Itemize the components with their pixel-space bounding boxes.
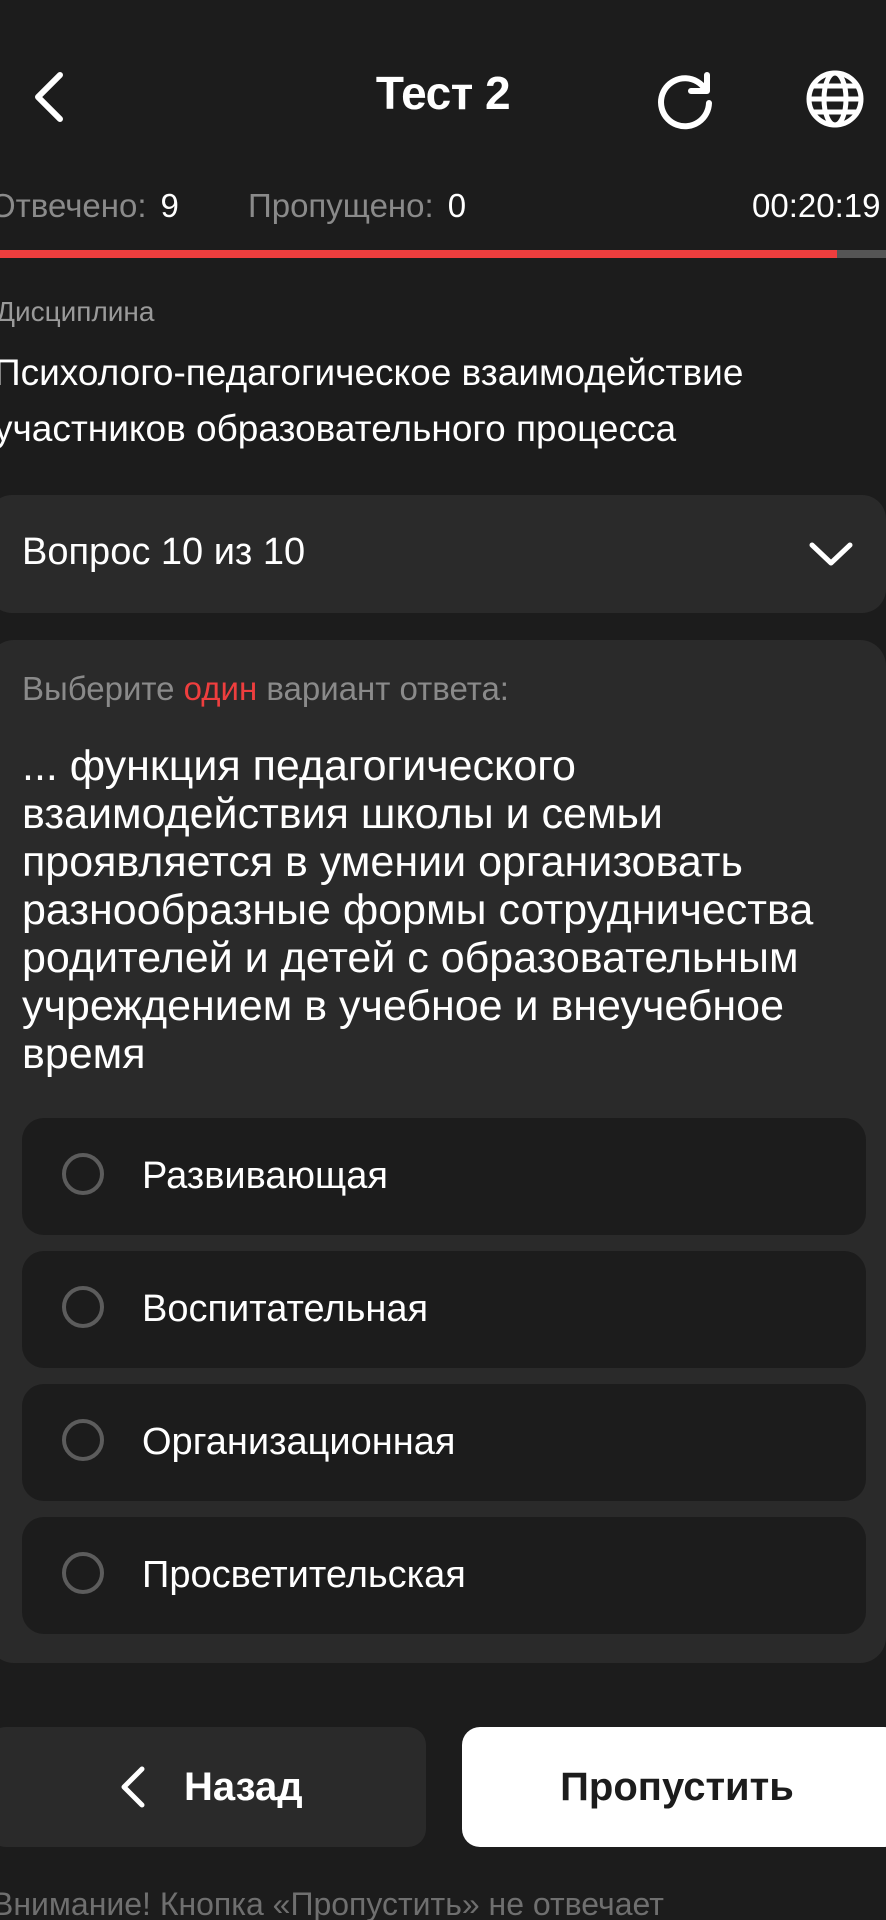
chevron-left-icon <box>113 1762 153 1812</box>
answered-value: 9 <box>160 187 179 224</box>
instruction-prefix: Выберите <box>22 670 184 707</box>
instruction-accent: один <box>183 670 258 707</box>
question-number: Вопрос 10 из 10 <box>22 531 306 573</box>
answer-option[interactable]: Воспитательная <box>22 1251 866 1368</box>
test-screen: Тест 2 Отвечено: 9 Пропущено: 0 00:20:19 <box>0 0 886 1920</box>
answer-option[interactable]: Организационная <box>22 1384 866 1501</box>
page-title: Тест 2 <box>375 67 511 119</box>
discipline-label: Дисциплина <box>0 296 155 327</box>
radio-button[interactable] <box>62 1153 104 1195</box>
option-label: Воспитательная <box>142 1288 429 1330</box>
instruction-suffix: вариант ответа: <box>257 670 509 707</box>
chevron-down-icon <box>808 531 854 577</box>
back-button[interactable]: Назад <box>0 1727 426 1847</box>
restart-button[interactable] <box>650 64 720 134</box>
globe-icon <box>806 70 864 128</box>
radio-button[interactable] <box>62 1552 104 1594</box>
skipped-value: 0 <box>447 187 467 224</box>
radio-button[interactable] <box>62 1286 104 1328</box>
skip-button-label: Пропустить <box>560 1765 794 1809</box>
skipped-counter: Пропущено: 0 <box>248 187 466 225</box>
language-button[interactable] <box>800 64 870 134</box>
skip-warning: Внимание! Кнопка «Пропустить» не отвечае… <box>0 1886 664 1920</box>
option-label: Просветительская <box>142 1554 466 1596</box>
back-button-label: Назад <box>184 1765 303 1809</box>
question-card: Выберите один вариант ответа: ... функци… <box>0 640 886 1663</box>
radio-button[interactable] <box>62 1419 104 1461</box>
question-text: ... функция педагогического взаимодейств… <box>22 742 814 1078</box>
progress-fill <box>0 250 838 258</box>
answer-instruction: Выберите один вариант ответа: <box>22 670 509 708</box>
answer-option[interactable]: Развивающая <box>22 1118 866 1235</box>
option-label: Развивающая <box>142 1155 388 1197</box>
progress-bar <box>0 250 886 258</box>
answered-counter: Отвечено: 9 <box>0 187 179 225</box>
top-bar: Тест 2 <box>0 40 886 155</box>
question-selector[interactable]: Вопрос 10 из 10 <box>0 495 886 613</box>
discipline-name: Психолого-педагогическое взаимодействие … <box>0 352 744 449</box>
skip-button[interactable]: Пропустить <box>462 1727 886 1847</box>
test-stats: Отвечено: 9 Пропущено: 0 00:20:19 <box>0 187 886 235</box>
option-label: Организационная <box>142 1421 456 1463</box>
answered-label: Отвечено: <box>0 187 147 224</box>
answer-option[interactable]: Просветительская <box>22 1517 866 1634</box>
timer: 00:20:19 <box>752 187 881 224</box>
refresh-icon <box>658 72 712 130</box>
skipped-label: Пропущено: <box>248 187 434 224</box>
